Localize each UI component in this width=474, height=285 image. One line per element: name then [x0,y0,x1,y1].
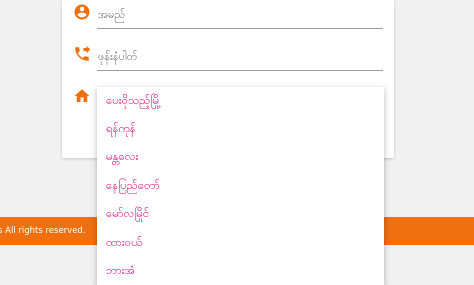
account-circle-icon [74,4,90,20]
home-icon [74,89,90,102]
dropdown-option-label: ဘားအံ [106,263,136,277]
footer-copyright: s All rights reserved. [0,226,86,236]
dropdown-option-label: နေပြည်တော် [106,178,160,192]
phone-field[interactable]: ဖုန်းနံပါတ် [97,42,383,71]
dropdown-option-label: ပေးဝိုသည့်မြို့ [106,93,161,107]
name-field[interactable]: အမည် [97,0,383,29]
phone-placeholder: ဖုန်းနံပါတ် [98,50,138,63]
name-placeholder: အမည် [98,8,126,21]
city-dropdown-menu[interactable]: ပေးဝိုသည့်မြို့ ရန်ကုန် မန္တလေး နေပြည်တေ… [97,87,384,285]
dropdown-option[interactable]: မန္တလေး [97,143,384,171]
dropdown-option[interactable]: ပေးဝိုသည့်မြို့ [97,87,384,115]
dropdown-option[interactable]: မော်လမြိုင် [97,200,384,228]
name-row: အမည် [62,0,394,40]
dropdown-option-label: မော်လမြိုင် [106,206,150,220]
phone-forward-icon [75,45,91,61]
dropdown-option[interactable]: နေပြည်တော် [97,172,384,200]
dropdown-option[interactable]: ရန်ကုန် [97,115,384,143]
dropdown-option-label: မန္တလေး [106,149,139,163]
dropdown-option-label: ရန်ကုန် [106,121,136,135]
dropdown-option[interactable]: ဘားအံ [97,257,384,285]
phone-row: ဖုန်းနံပါတ် [62,42,394,82]
dropdown-option[interactable]: ထားဝယ် [97,229,384,257]
dropdown-option-label: ထားဝယ် [106,235,143,249]
